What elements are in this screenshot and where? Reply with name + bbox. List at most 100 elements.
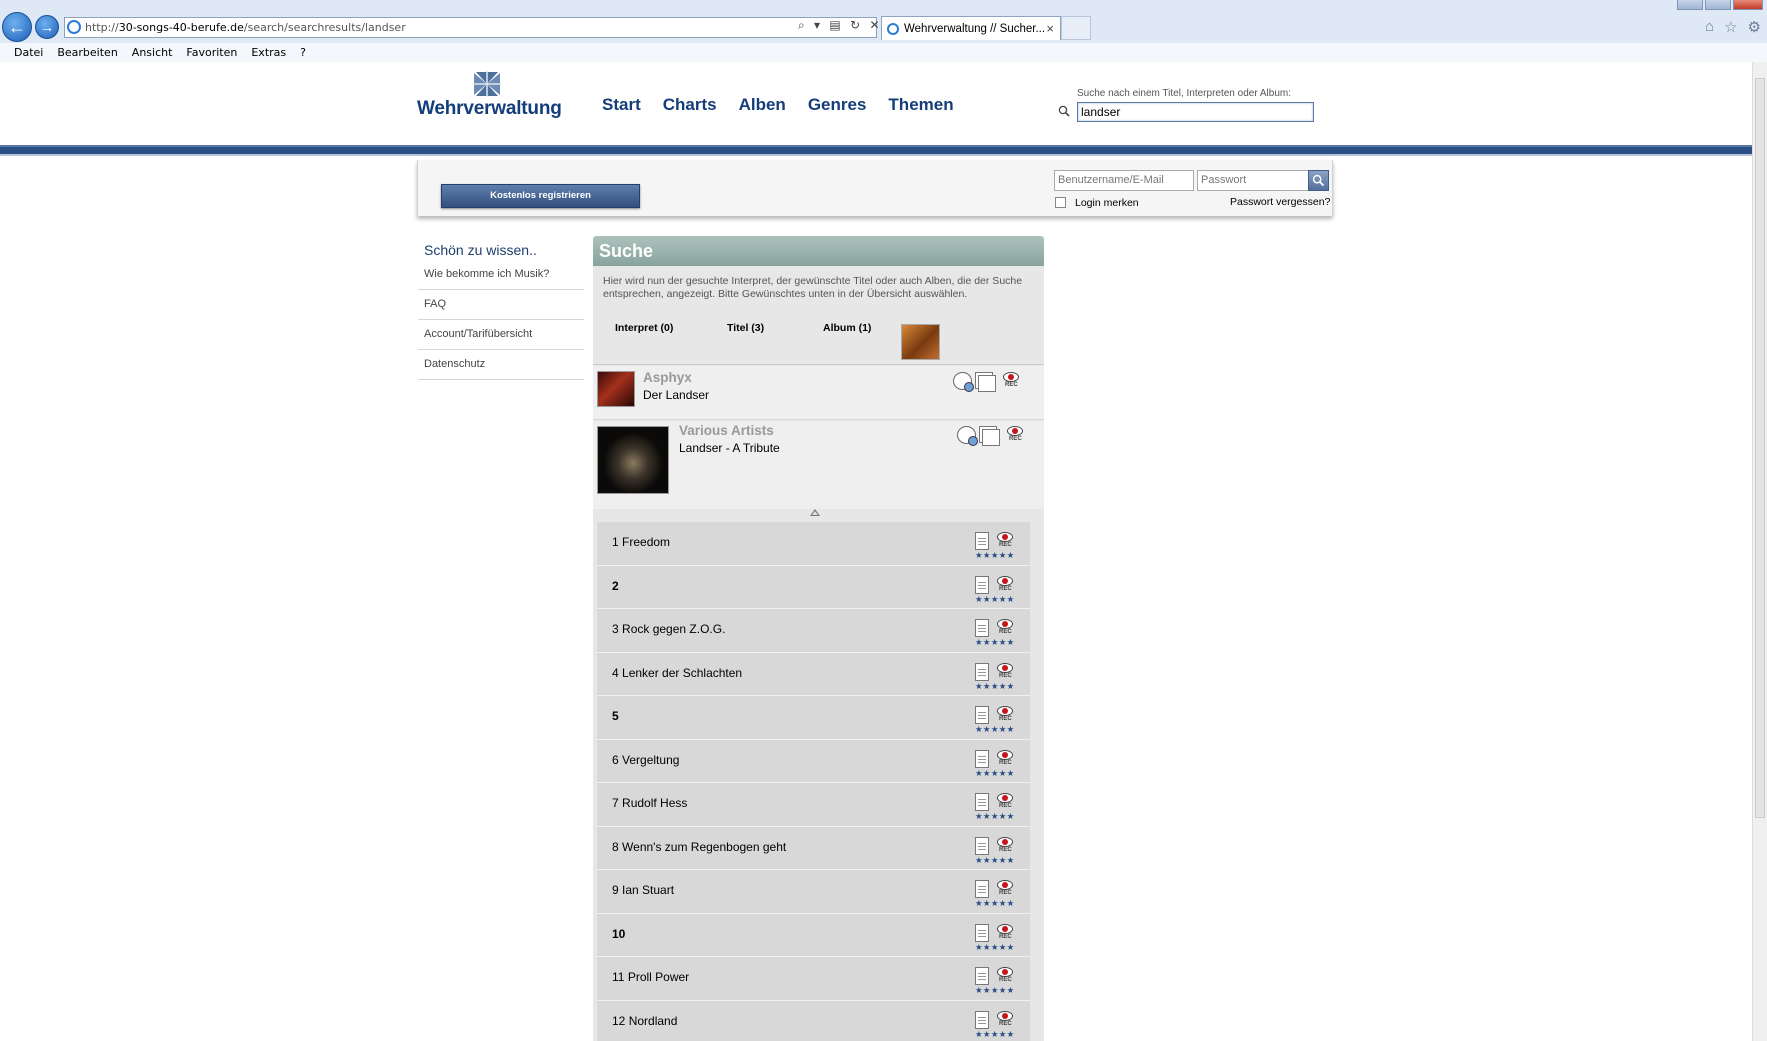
rating-stars[interactable]: ★★★★★ [975,985,1015,996]
rating-stars[interactable]: ★★★★★ [975,811,1015,822]
track-row[interactable]: 9 Ian Stuart REC ★★★★★ [597,870,1030,914]
rating-stars[interactable]: ★★★★★ [975,768,1015,779]
track-label[interactable]: 3 Rock gegen Z.O.G. [612,622,725,636]
track-label[interactable]: 5 [612,709,619,723]
record-icon[interactable]: REC [996,793,1014,811]
gear-icon[interactable]: ⚙ [1748,18,1761,36]
lyrics-document-icon[interactable] [975,793,989,811]
login-search-icon[interactable] [1308,170,1329,191]
record-icon[interactable]: REC [996,880,1014,898]
lyrics-document-icon[interactable] [975,1010,989,1029]
track-label[interactable]: 1 Freedom [612,535,670,549]
iron-cross-logo-icon[interactable] [472,70,502,98]
lyrics-document-icon[interactable] [975,662,989,681]
register-button[interactable]: Kostenlos registrieren [441,184,640,208]
record-icon[interactable]: REC [1002,372,1020,390]
browser-tab[interactable]: Wehrverwaltung // Sucher... × [881,16,1061,40]
star-icon[interactable]: ☆ [1724,18,1737,36]
lyrics-document-icon[interactable] [975,749,989,768]
username-field[interactable]: Benutzername/E-Mail [1054,170,1194,191]
menu-item-help[interactable]: ? [294,43,314,62]
rating-stars[interactable]: ★★★★★ [975,855,1015,866]
track-label[interactable]: 7 Rudolf Hess [612,796,687,810]
forgot-password-link[interactable]: Passwort vergessen? [1230,196,1330,208]
track-label[interactable]: 10 [612,927,625,941]
rating-stars[interactable]: ★★★★★ [975,942,1015,953]
tab-interpret[interactable]: Interpret (0) [615,322,673,334]
result-row[interactable]: Various Artists Landser - A Tribute REC [593,421,1044,509]
record-icon[interactable]: REC [996,836,1014,855]
album-thumbnail[interactable] [901,324,940,360]
lyrics-document-icon[interactable] [975,619,989,637]
menu-item-ansicht[interactable]: Ansicht [126,43,181,62]
track-label[interactable]: 2 [612,579,619,593]
site-logo-text[interactable]: Wehrverwaltung [417,98,562,120]
tab-album[interactable]: Album (1) [823,322,871,334]
menu-item-extras[interactable]: Extras [245,43,294,62]
record-icon[interactable]: REC [996,575,1014,594]
search-input[interactable] [1077,102,1314,122]
record-icon[interactable]: REC [996,532,1014,550]
forward-button[interactable]: → [35,15,59,39]
rating-stars[interactable]: ★★★★★ [975,724,1015,735]
lyrics-document-icon[interactable] [975,532,989,550]
home-icon[interactable]: ⌂ [1705,18,1714,36]
track-label[interactable]: 11 Proll Power [612,970,689,984]
record-icon[interactable]: REC [996,1010,1014,1029]
record-icon[interactable]: REC [996,749,1014,768]
nav-genres[interactable]: Genres [808,95,867,115]
sidebar-item-account[interactable]: Account/Tarifübersicht [418,320,584,350]
track-row[interactable]: 2 REC ★★★★★ [597,565,1030,609]
maximize-button[interactable] [1705,0,1731,10]
rating-stars[interactable]: ★★★★★ [975,1029,1015,1040]
remember-login-checkbox[interactable] [1055,197,1066,208]
album-name[interactable]: Landser - A Tribute [679,441,780,455]
record-icon[interactable]: REC [1006,426,1024,444]
track-row[interactable]: 1 Freedom REC ★★★★★ [597,522,1030,566]
lyrics-document-icon[interactable] [975,706,989,724]
track-row[interactable]: 11 Proll Power REC ★★★★★ [597,957,1030,1001]
add-to-playlist-icon[interactable] [982,429,1000,446]
record-icon[interactable]: REC [996,619,1014,637]
record-icon[interactable]: REC [996,662,1014,681]
menu-item-favoriten[interactable]: Favoriten [180,43,245,62]
track-label[interactable]: 9 Ian Stuart [612,883,674,897]
track-label[interactable]: 12 Nordland [612,1014,677,1028]
tab-titel[interactable]: Titel (3) [727,322,764,334]
vertical-scrollbar[interactable] [1752,62,1767,1041]
tab-close-icon[interactable]: × [1046,17,1054,41]
add-to-playlist-icon[interactable] [978,375,996,392]
rating-stars[interactable]: ★★★★★ [975,898,1015,909]
record-icon[interactable]: REC [996,706,1014,724]
track-row[interactable]: 10 REC ★★★★★ [597,913,1030,957]
rating-stars[interactable]: ★★★★★ [975,550,1015,561]
nav-charts[interactable]: Charts [663,95,717,115]
track-label[interactable]: 4 Lenker der Schlachten [612,666,742,680]
close-window-button[interactable] [1733,0,1763,10]
lyrics-document-icon[interactable] [975,967,989,985]
track-row[interactable]: 8 Wenn's zum Regenbogen geht REC ★★★★★ [597,826,1030,870]
artist-name[interactable]: Asphyx [643,370,692,385]
album-cover[interactable] [597,426,669,494]
rating-stars[interactable]: ★★★★★ [975,681,1015,692]
track-label[interactable]: 6 Vergeltung [612,753,679,767]
track-label[interactable]: 8 Wenn's zum Regenbogen geht [612,840,786,854]
scrollbar-thumb[interactable] [1755,78,1765,818]
download-disc-icon[interactable] [957,426,978,446]
result-row[interactable]: Asphyx Der Landser REC [593,366,1044,420]
nav-themen[interactable]: Themen [888,95,953,115]
address-tools-icons[interactable]: ⌕ ▾ ▤ ↻ ✕ [798,18,883,33]
nav-start[interactable]: Start [602,95,641,115]
rating-stars[interactable]: ★★★★★ [975,637,1015,648]
album-name[interactable]: Der Landser [643,388,709,402]
lyrics-document-icon[interactable] [975,923,989,942]
collapse-arrow-icon[interactable] [810,509,820,516]
artist-name[interactable]: Various Artists [679,423,774,438]
lyrics-document-icon[interactable] [975,836,989,855]
password-field[interactable]: Passwort [1197,170,1309,191]
address-bar[interactable]: http://30-songs-40-berufe.de/search/sear… [64,17,877,38]
record-icon[interactable]: REC [996,967,1014,985]
new-tab-button[interactable] [1061,16,1091,40]
track-row[interactable]: 3 Rock gegen Z.O.G. REC ★★★★★ [597,609,1030,653]
rating-stars[interactable]: ★★★★★ [975,594,1015,605]
